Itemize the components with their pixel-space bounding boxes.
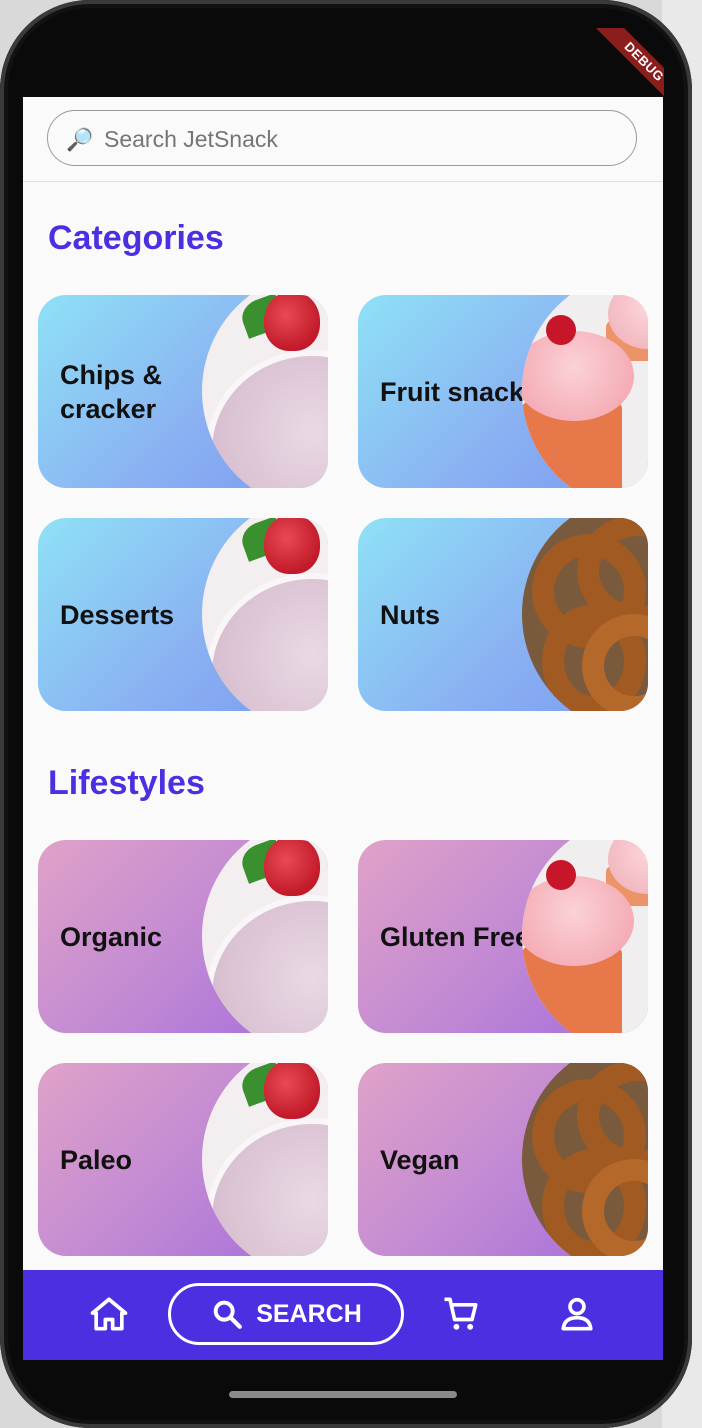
cupcake-image — [522, 840, 648, 1033]
section-title-lifestyles: Lifestyles — [48, 764, 205, 802]
lifestyle-card[interactable]: Vegan — [358, 1063, 648, 1256]
search-nav-label: SEARCH — [256, 1299, 362, 1328]
category-card[interactable]: Desserts — [38, 518, 328, 711]
magnifier-icon: 🔎 — [66, 127, 94, 152]
search-nav-button[interactable]: SEARCH — [168, 1283, 404, 1345]
lifestyle-card[interactable]: Gluten Free — [358, 840, 648, 1033]
search-icon — [213, 1300, 243, 1329]
debug-banner: DEBUG — [584, 28, 664, 108]
lifestyle-card[interactable]: Paleo — [38, 1063, 328, 1256]
app-screen: 🔎 Categories Chips & cracker Fruit snack… — [23, 97, 663, 1360]
lifestyle-card[interactable]: Organic — [38, 840, 328, 1033]
yogurt-strawberry-image — [202, 518, 328, 711]
yogurt-strawberry-image — [202, 295, 328, 488]
category-card[interactable]: Nuts — [358, 518, 648, 711]
profile-icon[interactable] — [555, 1292, 599, 1336]
yogurt-strawberry-image — [202, 840, 328, 1033]
search-bar: 🔎 — [23, 97, 663, 182]
cupcake-image — [522, 295, 648, 488]
phone-frame: DEBUG 🔎 Categories Chips & cracker Fruit… — [0, 0, 692, 1428]
section-title-categories: Categories — [48, 219, 224, 257]
search-field[interactable]: 🔎 — [47, 110, 637, 166]
home-icon[interactable] — [87, 1292, 131, 1336]
debug-banner-label: DEBUG — [587, 28, 664, 108]
category-card[interactable]: Chips & cracker — [38, 295, 328, 488]
cart-icon[interactable] — [439, 1292, 483, 1336]
category-card[interactable]: Fruit snacks — [358, 295, 648, 488]
bottom-navigation: SEARCH — [23, 1270, 663, 1360]
yogurt-strawberry-image — [202, 1063, 328, 1256]
home-indicator[interactable] — [229, 1391, 457, 1398]
search-input[interactable] — [102, 123, 606, 155]
